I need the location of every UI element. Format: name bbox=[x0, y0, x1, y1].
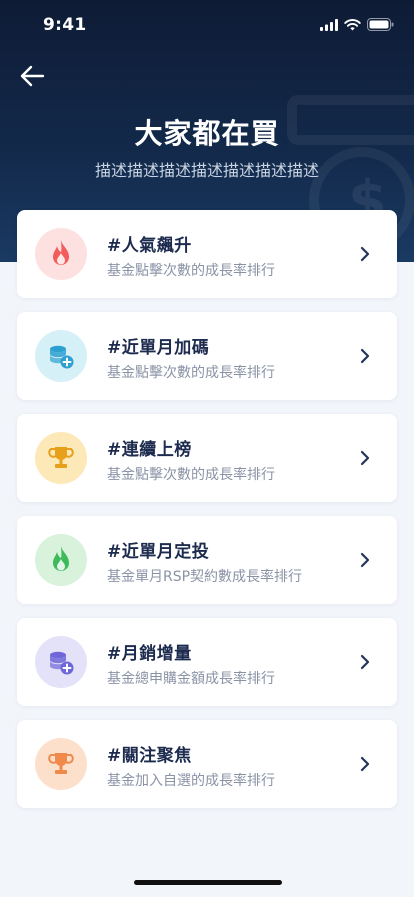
wifi-icon bbox=[344, 18, 361, 30]
home-indicator[interactable] bbox=[134, 880, 282, 885]
battery-icon bbox=[367, 18, 394, 31]
card-icon-circle bbox=[35, 636, 87, 688]
card-icon-circle bbox=[35, 432, 87, 484]
cellular-signal-icon bbox=[320, 18, 338, 31]
card-icon-circle bbox=[35, 228, 87, 280]
trophy-icon bbox=[48, 753, 74, 774]
ranking-card-monthly-rsp[interactable]: #近單月定投 基金單月RSP契約數成長率排行 bbox=[17, 516, 397, 604]
card-description: 基金點擊次數的成長率排行 bbox=[107, 467, 275, 483]
coins-plus-icon bbox=[50, 345, 74, 369]
card-description: 基金加入自選的成長率排行 bbox=[107, 773, 275, 789]
chevron-right-icon bbox=[360, 348, 370, 364]
card-icon-circle bbox=[35, 330, 87, 382]
arrow-left-icon bbox=[20, 65, 45, 87]
card-title: #人氣飆升 bbox=[107, 236, 192, 256]
page-subtitle: 描述描述描述描述描述描述描述 bbox=[94, 161, 319, 180]
coins-plus-icon bbox=[50, 651, 74, 675]
ranking-card-watchlist[interactable]: #關注聚焦 基金加入自選的成長率排行 bbox=[17, 720, 397, 808]
ranking-card-monthly-sales[interactable]: #月銷增量 基金總申購金額成長率排行 bbox=[17, 618, 397, 706]
card-title: #連續上榜 bbox=[107, 440, 192, 460]
card-description: 基金總申購金額成長率排行 bbox=[107, 671, 275, 687]
ranking-card-popularity[interactable]: #人氣飆升 基金點擊次數的成長率排行 bbox=[17, 210, 397, 298]
page-title: 大家都在買 bbox=[134, 117, 280, 150]
ranking-card-consecutive[interactable]: #連續上榜 基金點擊次數的成長率排行 bbox=[17, 414, 397, 502]
card-description: 基金單月RSP契約數成長率排行 bbox=[107, 569, 303, 585]
status-icons bbox=[320, 18, 394, 31]
flame-icon bbox=[53, 546, 69, 571]
status-time: 9:41 bbox=[43, 15, 87, 35]
flame-icon bbox=[53, 240, 69, 265]
card-title: #近單月加碼 bbox=[107, 338, 210, 358]
chevron-right-icon bbox=[360, 552, 370, 568]
ranking-card-monthly-add[interactable]: #近單月加碼 基金點擊次數的成長率排行 bbox=[17, 312, 397, 400]
back-button[interactable] bbox=[16, 60, 48, 92]
chevron-right-icon bbox=[360, 450, 370, 466]
card-description: 基金點擊次數的成長率排行 bbox=[107, 365, 275, 381]
card-icon-circle bbox=[35, 534, 87, 586]
chevron-right-icon bbox=[360, 756, 370, 772]
card-icon-circle bbox=[35, 738, 87, 790]
status-bar: 9:41 bbox=[0, 0, 414, 50]
chevron-right-icon bbox=[360, 654, 370, 670]
card-title: #月銷增量 bbox=[107, 644, 192, 664]
card-description: 基金點擊次數的成長率排行 bbox=[107, 263, 275, 279]
chevron-right-icon bbox=[360, 246, 370, 262]
card-title: #近單月定投 bbox=[107, 542, 210, 562]
card-title: #關注聚焦 bbox=[107, 746, 192, 766]
trophy-icon bbox=[48, 447, 74, 468]
ranking-list: #人氣飆升 基金點擊次數的成長率排行 #近單月加碼 基金點擊次數的成長率排行 #… bbox=[17, 210, 397, 822]
